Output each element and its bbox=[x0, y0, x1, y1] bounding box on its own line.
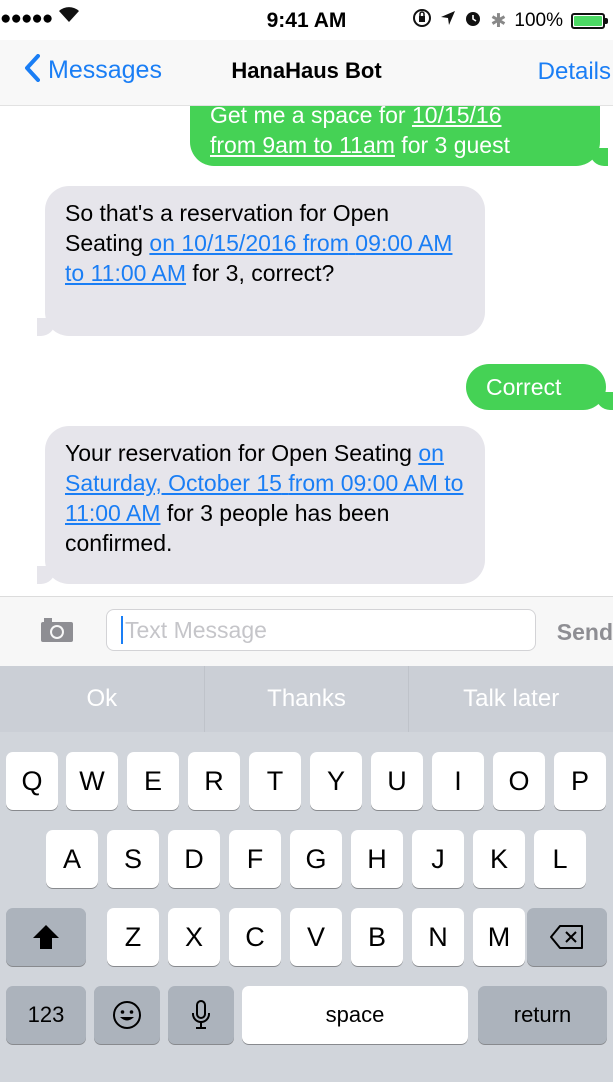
details-button[interactable]: Details bbox=[538, 58, 611, 86]
suggestion-ok[interactable]: Ok bbox=[0, 666, 205, 732]
orientation-lock-icon bbox=[412, 8, 432, 34]
key-w[interactable]: W bbox=[66, 752, 118, 810]
message-text: for 3 guest bbox=[394, 132, 510, 158]
dictation-key[interactable] bbox=[168, 986, 234, 1044]
message-input-bar: Text Message Send bbox=[0, 596, 613, 666]
message-text: Your reservation for Open Seating bbox=[65, 440, 419, 466]
text-cursor bbox=[121, 616, 123, 644]
keyboard: Ok Thanks Talk later Q W E R T Y U I O P… bbox=[0, 666, 613, 1082]
message-bubble-outgoing: Correct bbox=[466, 364, 613, 410]
key-x[interactable]: X bbox=[168, 908, 220, 966]
bubble-tail bbox=[37, 566, 55, 584]
key-n[interactable]: N bbox=[412, 908, 464, 966]
navigation-bar: Messages HanaHaus Bot Details bbox=[0, 40, 613, 106]
conversation-title: HanaHaus Bot bbox=[231, 58, 382, 83]
battery-percent: 100% bbox=[514, 10, 563, 31]
delete-key[interactable] bbox=[527, 908, 607, 966]
key-i[interactable]: I bbox=[432, 752, 484, 810]
microphone-icon bbox=[192, 1000, 210, 1029]
key-q[interactable]: Q bbox=[6, 752, 58, 810]
numbers-key[interactable]: 123 bbox=[6, 986, 86, 1044]
emoji-key[interactable] bbox=[94, 986, 160, 1044]
key-j[interactable]: J bbox=[412, 830, 464, 888]
quicktype-bar: Ok Thanks Talk later bbox=[0, 666, 613, 732]
key-h[interactable]: H bbox=[351, 830, 403, 888]
alarm-icon bbox=[464, 9, 482, 33]
send-button[interactable]: Send bbox=[557, 619, 613, 646]
key-f[interactable]: F bbox=[229, 830, 281, 888]
key-v[interactable]: V bbox=[290, 908, 342, 966]
key-g[interactable]: G bbox=[290, 830, 342, 888]
space-key[interactable]: space bbox=[242, 986, 468, 1044]
key-a[interactable]: A bbox=[46, 830, 98, 888]
message-bubble-incoming: So that's a reservation for Open Seating… bbox=[37, 186, 485, 336]
bubble-tail bbox=[596, 392, 613, 410]
key-r[interactable]: R bbox=[188, 752, 240, 810]
key-b[interactable]: B bbox=[351, 908, 403, 966]
key-s[interactable]: S bbox=[107, 830, 159, 888]
emoji-icon bbox=[113, 1001, 141, 1029]
backspace-icon bbox=[550, 925, 583, 949]
link-text: 10/15/16 bbox=[411, 106, 502, 128]
message-input-placeholder: Text Message bbox=[125, 616, 267, 643]
suggestion-talk-later[interactable]: Talk later bbox=[409, 666, 613, 732]
key-y[interactable]: Y bbox=[310, 752, 362, 810]
location-icon bbox=[440, 10, 456, 32]
shift-key[interactable] bbox=[6, 908, 86, 966]
key-l[interactable]: L bbox=[534, 830, 586, 888]
message-bubble-outgoing: Get me a space for 10/15/16 from 9am to 1… bbox=[190, 106, 608, 166]
key-o[interactable]: O bbox=[493, 752, 545, 810]
key-d[interactable]: D bbox=[168, 830, 220, 888]
camera-icon[interactable] bbox=[40, 617, 74, 643]
key-u[interactable]: U bbox=[371, 752, 423, 810]
bubble-tail bbox=[590, 148, 608, 166]
message-input[interactable]: Text Message bbox=[106, 609, 536, 651]
status-bar: ●●●●● 9:41 AM ✱ 100% bbox=[0, 0, 613, 40]
bubble-tail bbox=[37, 318, 55, 336]
message-text: Get me a space for bbox=[210, 106, 412, 128]
message-text: for 3, correct? bbox=[186, 260, 335, 286]
key-c[interactable]: C bbox=[229, 908, 281, 966]
status-icons: ✱ 100% bbox=[412, 8, 608, 34]
bluetooth-icon: ✱ bbox=[490, 10, 507, 32]
message-bubble-incoming: Your reservation for Open Seating on Sat… bbox=[37, 426, 485, 584]
link-text: from 9am to 11am bbox=[210, 132, 395, 158]
shift-icon bbox=[33, 925, 59, 949]
key-k[interactable]: K bbox=[473, 830, 525, 888]
message-text: Correct bbox=[486, 374, 562, 400]
key-p[interactable]: P bbox=[554, 752, 606, 810]
battery-icon bbox=[571, 13, 608, 29]
key-z[interactable]: Z bbox=[107, 908, 159, 966]
key-e[interactable]: E bbox=[127, 752, 179, 810]
key-t[interactable]: T bbox=[249, 752, 301, 810]
suggestion-thanks[interactable]: Thanks bbox=[205, 666, 410, 732]
key-m[interactable]: M bbox=[473, 908, 525, 966]
message-thread[interactable]: Get me a space for 10/15/16 from 9am to 1… bbox=[0, 106, 613, 596]
link-text: on 10/15/2016 from bbox=[149, 230, 349, 256]
return-key[interactable]: return bbox=[478, 986, 607, 1044]
